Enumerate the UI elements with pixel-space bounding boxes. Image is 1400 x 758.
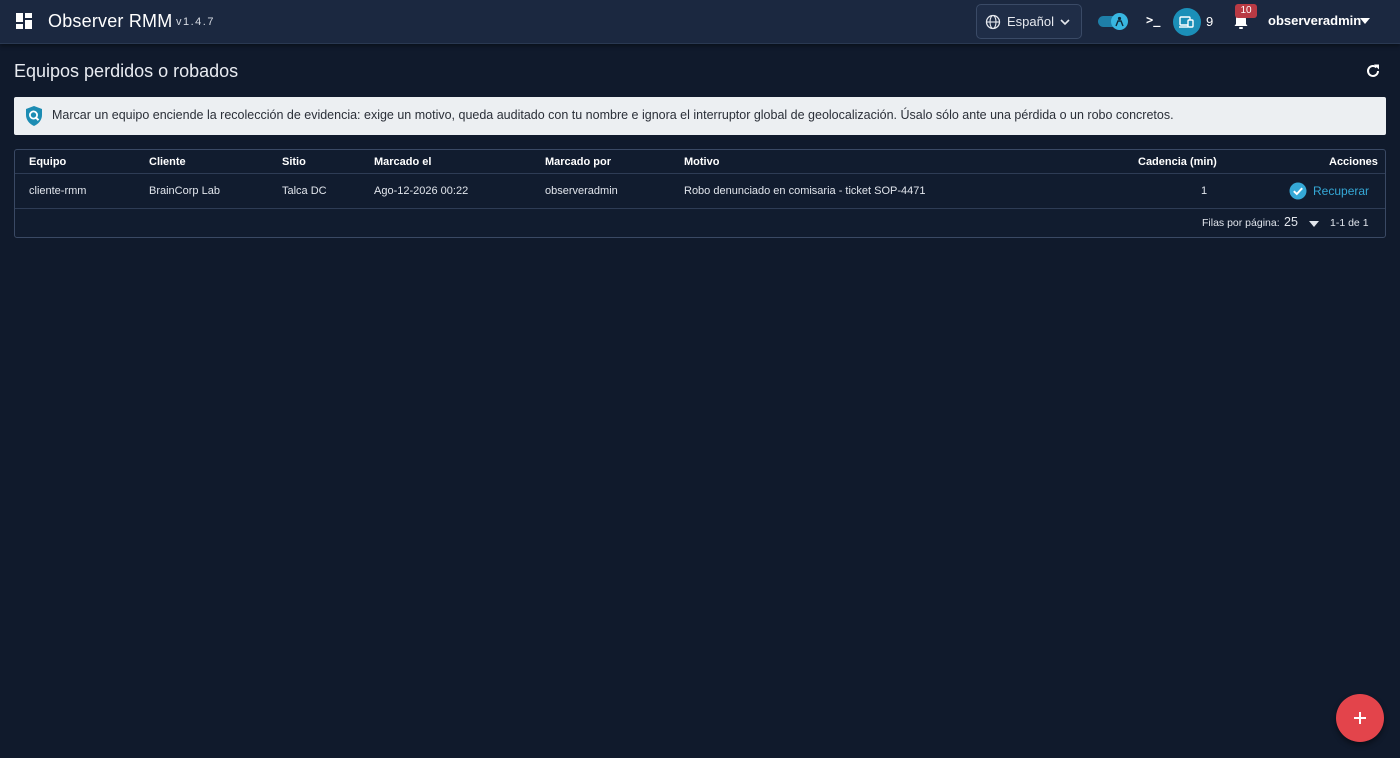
cell-cliente: BrainCorp Lab — [149, 185, 220, 197]
pagination-range: 1-1 de 1 — [1330, 217, 1369, 229]
top-bar: Observer RMM v1.4.7 Español >_ 9 10 obse… — [0, 0, 1400, 44]
cell-cadencia: 1 — [1201, 185, 1208, 197]
column-cadencia[interactable]: Cadencia (min) — [1138, 156, 1217, 168]
user-menu[interactable]: observeradmin — [1268, 13, 1361, 28]
column-marcado-el[interactable]: Marcado el — [374, 156, 431, 168]
caret-down-icon[interactable] — [1309, 221, 1319, 227]
language-select[interactable]: Español — [976, 4, 1082, 39]
agents-count: 9 — [1206, 14, 1214, 29]
column-acciones: Acciones — [1329, 156, 1378, 168]
rows-per-page-label: Filas por página: — [1202, 217, 1280, 229]
column-cliente[interactable]: Cliente — [149, 156, 186, 168]
chevron-down-icon — [1060, 19, 1070, 26]
terminal-icon[interactable]: >_ — [1146, 13, 1160, 27]
grid-icon[interactable] — [16, 13, 32, 29]
check-circle-icon — [1289, 182, 1307, 200]
notifications-badge: 10 — [1235, 4, 1257, 18]
caret-down-icon[interactable] — [1360, 18, 1370, 24]
column-sitio[interactable]: Sitio — [282, 156, 306, 168]
column-motivo[interactable]: Motivo — [684, 156, 719, 168]
globe-icon — [985, 14, 1001, 29]
column-marcado-por[interactable]: Marcado por — [545, 156, 611, 168]
info-banner: Marcar un equipo enciende la recolección… — [14, 97, 1386, 135]
refresh-icon[interactable] — [1364, 62, 1382, 80]
person-icon — [1115, 16, 1124, 27]
pagination: Filas por página: 25 1-1 de 1 — [15, 210, 1385, 237]
language-label: Español — [1007, 14, 1054, 29]
cell-sitio: Talca DC — [282, 185, 327, 197]
rows-per-page-select[interactable]: 25 — [1284, 215, 1298, 229]
banner-text: Marcar un equipo enciende la recolección… — [52, 108, 1174, 122]
app-version: v1.4.7 — [176, 16, 215, 28]
geolocation-toggle[interactable] — [1098, 13, 1128, 30]
cell-marcado-por: observeradmin — [545, 185, 618, 197]
toggle-knob — [1111, 13, 1128, 30]
plus-icon — [1354, 712, 1366, 724]
table-row[interactable]: cliente-rmm BrainCorp Lab Talca DC Ago-1… — [15, 174, 1385, 209]
devices-icon — [1179, 16, 1194, 28]
page-title: Equipos perdidos o robados — [14, 61, 239, 81]
recover-label: Recuperar — [1313, 184, 1370, 198]
app-title: Observer RMM — [48, 11, 173, 31]
add-device-button[interactable] — [1336, 694, 1384, 742]
table-header: Equipo Cliente Sitio Marcado el Marcado … — [15, 150, 1385, 174]
cell-motivo: Robo denunciado en comisaria - ticket SO… — [684, 185, 926, 197]
cell-equipo: cliente-rmm — [29, 185, 87, 197]
cell-marcado-el: Ago-12-2026 00:22 — [374, 185, 469, 197]
lost-devices-table: Equipo Cliente Sitio Marcado el Marcado … — [14, 149, 1386, 238]
column-equipo[interactable]: Equipo — [29, 156, 66, 168]
shield-search-icon — [26, 106, 42, 126]
recover-button[interactable]: Recuperar — [1289, 182, 1369, 200]
agents-button[interactable] — [1173, 8, 1201, 36]
